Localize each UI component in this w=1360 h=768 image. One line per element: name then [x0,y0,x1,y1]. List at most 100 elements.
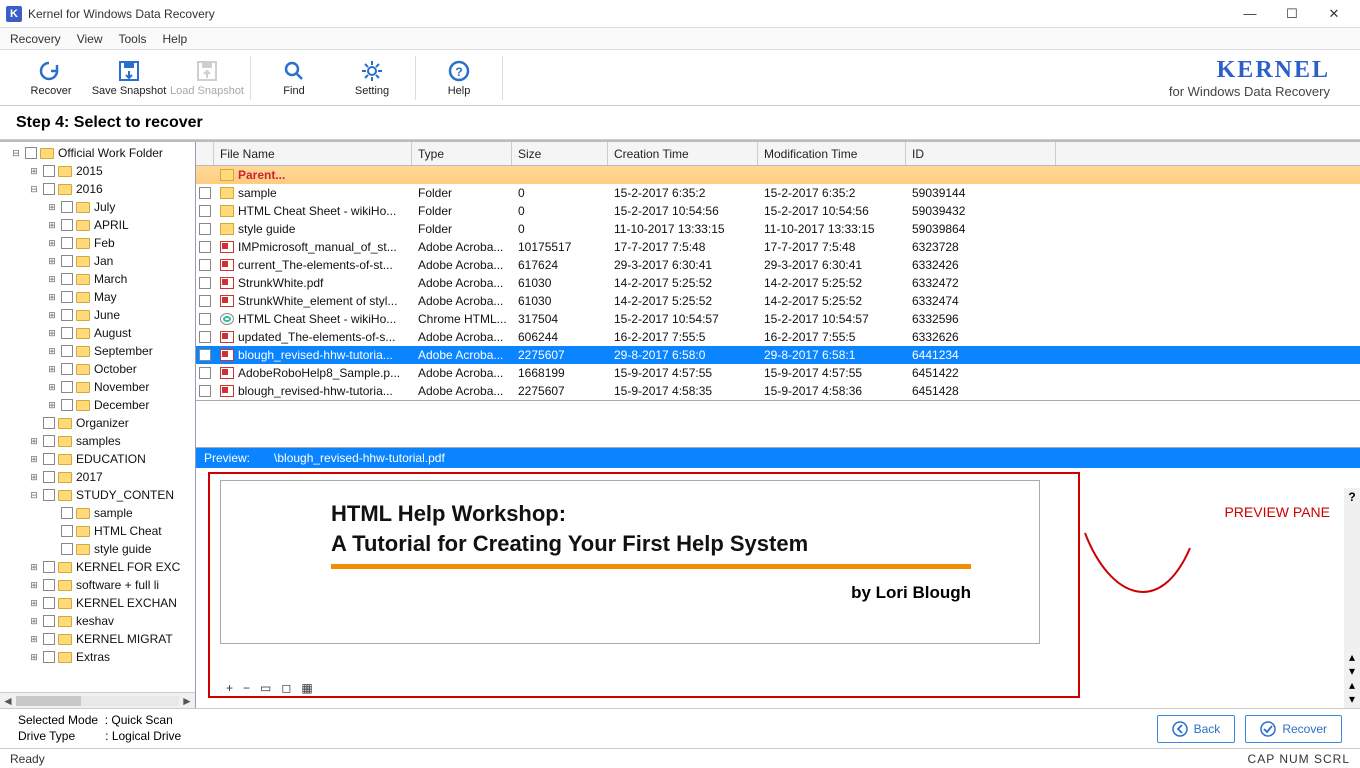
expander-icon[interactable]: ⊞ [28,472,40,483]
scroll-up2-icon[interactable]: ▴ [1349,678,1355,692]
expander-icon[interactable]: ⊞ [28,652,40,663]
table-row[interactable]: StrunkWhite.pdfAdobe Acroba...6103014-2-… [196,274,1360,292]
tree-node[interactable]: ⊞keshav [2,612,195,630]
checkbox[interactable] [61,543,73,555]
tree-node[interactable]: ⊞Jan [2,252,195,270]
checkbox[interactable] [43,597,55,609]
expander-icon[interactable]: ⊞ [28,580,40,591]
tree-node[interactable]: ⊞KERNEL EXCHAN [2,594,195,612]
col-type[interactable]: Type [412,142,512,165]
tree-node[interactable]: ⊞November [2,378,195,396]
scroll-down2-icon[interactable]: ▾ [1349,692,1355,706]
scroll-right-icon[interactable]: ► [179,694,195,708]
col-size[interactable]: Size [512,142,608,165]
expander-icon[interactable]: ⊞ [28,166,40,177]
row-checkbox[interactable] [199,295,211,307]
expander-icon[interactable]: ⊞ [28,562,40,573]
expander-icon[interactable]: ⊟ [10,148,22,159]
tree-node[interactable]: ⊞KERNEL MIGRAT [2,630,195,648]
table-row[interactable]: sampleFolder015-2-2017 6:35:215-2-2017 6… [196,184,1360,202]
checkbox[interactable] [43,615,55,627]
expander-icon[interactable]: ⊞ [46,202,58,213]
tree-node[interactable]: ⊞May [2,288,195,306]
expander-icon[interactable]: ⊞ [46,238,58,249]
expander-icon[interactable]: ⊞ [28,454,40,465]
row-checkbox[interactable] [199,349,211,361]
table-row[interactable]: HTML Cheat Sheet - wikiHo...Chrome HTML.… [196,310,1360,328]
table-row[interactable]: StrunkWhite_element of styl...Adobe Acro… [196,292,1360,310]
tree-node[interactable]: ⊞2017 [2,468,195,486]
checkbox[interactable] [61,309,73,321]
expander-icon[interactable]: ⊞ [46,382,58,393]
setting-button[interactable]: Setting [333,52,411,104]
close-button[interactable]: ✕ [1322,4,1346,24]
back-button[interactable]: Back [1157,715,1236,743]
row-checkbox[interactable] [199,187,211,199]
table-row[interactable]: style guideFolder011-10-2017 13:33:1511-… [196,220,1360,238]
expander-icon[interactable]: ⊞ [46,364,58,375]
expander-icon[interactable]: ⊞ [28,598,40,609]
help-button[interactable]: ?Help [420,52,498,104]
checkbox[interactable] [43,471,55,483]
checkbox[interactable] [43,417,55,429]
thumbnails-icon[interactable]: ▦ [301,681,312,695]
checkbox[interactable] [61,399,73,411]
maximize-button[interactable]: ☐ [1280,4,1304,24]
row-checkbox[interactable] [199,277,211,289]
checkbox[interactable] [43,453,55,465]
recover-button[interactable]: Recover [1245,715,1342,743]
scroll-help-icon[interactable]: ? [1348,490,1355,504]
checkbox[interactable] [61,507,73,519]
tree-node[interactable]: HTML Cheat [2,522,195,540]
menu-tools[interactable]: Tools [118,32,146,46]
tree-node[interactable]: ⊞December [2,396,195,414]
tree-node[interactable]: ⊞2015 [2,162,195,180]
checkbox[interactable] [43,579,55,591]
tree-node[interactable]: ⊞software + full li [2,576,195,594]
checkbox[interactable] [43,165,55,177]
scroll-down-icon[interactable]: ▾ [1349,664,1355,678]
table-row[interactable]: blough_revised-hhw-tutoria...Adobe Acrob… [196,346,1360,364]
tree-node[interactable]: style guide [2,540,195,558]
tree-node[interactable]: ⊞APRIL [2,216,195,234]
menu-view[interactable]: View [77,32,103,46]
checkbox[interactable] [61,219,73,231]
tree-node[interactable]: ⊞July [2,198,195,216]
table-row[interactable]: AdobeRoboHelp8_Sample.p...Adobe Acroba..… [196,364,1360,382]
tree-node[interactable]: ⊞September [2,342,195,360]
fit-width-icon[interactable]: ▭ [260,681,271,695]
checkbox[interactable] [61,237,73,249]
table-row[interactable]: HTML Cheat Sheet - wikiHo...Folder015-2-… [196,202,1360,220]
checkbox[interactable] [61,255,73,267]
menu-recovery[interactable]: Recovery [10,32,61,46]
tree-node[interactable]: sample [2,504,195,522]
expander-icon[interactable]: ⊞ [46,220,58,231]
find-button[interactable]: Find [255,52,333,104]
zoom-in-icon[interactable]: + [226,681,233,695]
tree-node[interactable]: ⊞October [2,360,195,378]
row-checkbox[interactable] [199,259,211,271]
checkbox[interactable] [61,327,73,339]
tree-node[interactable]: ⊟Official Work Folder [2,144,195,162]
preview-mini-toolbar[interactable]: + − ▭ ◻ ▦ [226,680,313,696]
table-row[interactable]: IMPmicrosoft_manual_of_st...Adobe Acroba… [196,238,1360,256]
expander-icon[interactable]: ⊞ [28,616,40,627]
checkbox[interactable] [61,273,73,285]
col-creation[interactable]: Creation Time [608,142,758,165]
recover-button[interactable]: Recover [12,52,90,104]
row-checkbox[interactable] [199,205,211,217]
preview-vscroll[interactable]: ? ▴ ▾ ▴ ▾ [1344,488,1360,708]
menu-help[interactable]: Help [163,32,188,46]
save-snapshot-button[interactable]: Save Snapshot [90,52,168,104]
col-id[interactable]: ID [906,142,1056,165]
row-checkbox[interactable] [199,223,211,235]
expander-icon[interactable]: ⊟ [28,490,40,501]
expander-icon[interactable]: ⊞ [28,436,40,447]
tree-node[interactable]: ⊞KERNEL FOR EXC [2,558,195,576]
expander-icon[interactable]: ⊞ [46,292,58,303]
expander-icon[interactable]: ⊞ [46,310,58,321]
checkbox[interactable] [43,651,55,663]
fit-page-icon[interactable]: ◻ [281,681,291,695]
expander-icon[interactable]: ⊟ [28,184,40,195]
table-row[interactable]: blough_revised-hhw-tutoria...Adobe Acrob… [196,382,1360,400]
